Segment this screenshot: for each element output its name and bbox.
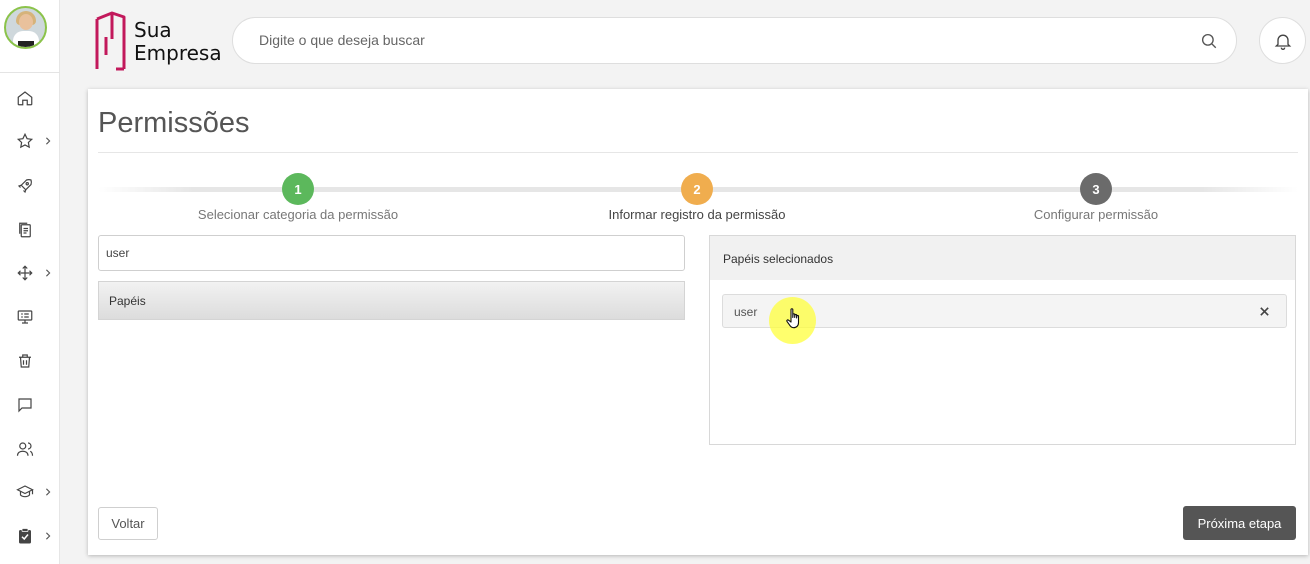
search-icon[interactable] [1200,32,1218,50]
notifications-button[interactable] [1259,17,1306,64]
documents-icon [19,222,31,238]
hand-pointer-icon [786,308,800,329]
category-item-papeis[interactable]: Papéis [98,281,685,320]
search-input[interactable] [259,32,1159,48]
page-title: Permissões [98,107,250,139]
step-2-indicator[interactable]: 2 [681,173,713,205]
title-divider [98,152,1298,153]
selected-roles-title: Papéis selecionados [710,236,1295,280]
bell-icon [1274,34,1291,50]
step-1-label: Selecionar categoria da permissão [197,207,399,222]
sidebar-item-messages[interactable] [16,395,52,415]
chevron-right-icon [46,488,51,496]
graduation-cap-icon [16,485,34,498]
sidebar-item-monitor[interactable] [16,307,52,327]
next-step-button[interactable]: Próxima etapa [1183,506,1296,540]
sidebar-item-favorites[interactable] [16,131,52,151]
home-icon [17,91,33,106]
chat-icon [18,398,32,413]
users-icon [16,442,34,456]
permission-filter-input[interactable] [98,235,685,271]
sidebar-item-documents[interactable] [16,220,52,240]
chevron-right-icon [46,532,51,540]
brand-logo[interactable]: Sua Empresa [94,11,224,71]
global-search [232,17,1237,64]
rocket-icon [17,179,32,194]
remove-role-button[interactable] [1256,303,1272,319]
monitor-icon [17,310,33,324]
sidebar-item-users[interactable] [16,439,52,459]
sidebar-divider [0,72,60,73]
step-2-label: Informar registro da permissão [608,207,786,222]
sidebar-item-launch[interactable] [16,176,52,196]
close-icon [1259,306,1269,316]
back-button[interactable]: Voltar [98,507,158,540]
avatar[interactable] [4,6,47,49]
building-logo-icon [95,11,126,71]
arrows-icon [17,265,33,281]
sidebar-item-tasks[interactable] [16,526,52,546]
sidebar-item-home[interactable] [16,88,52,108]
selected-role-label: user [734,305,758,319]
step-3-label: Configurar permissão [1033,207,1159,222]
sidebar-item-training[interactable] [16,482,52,502]
brand-name: Sua Empresa [134,18,222,65]
sidebar-item-transfers[interactable] [16,263,52,283]
step-3-indicator[interactable]: 3 [1080,173,1112,205]
step-1-indicator[interactable]: 1 [282,173,314,205]
star-icon [16,132,34,149]
clipboard-check-icon [19,528,31,544]
chevron-right-icon [46,269,51,277]
permissions-card: Permissões 1 Selecionar categoria da per… [88,89,1308,555]
sidebar-item-trash[interactable] [16,351,52,371]
chevron-right-icon [46,137,51,145]
trash-icon [19,354,31,368]
sidebar [0,0,60,564]
